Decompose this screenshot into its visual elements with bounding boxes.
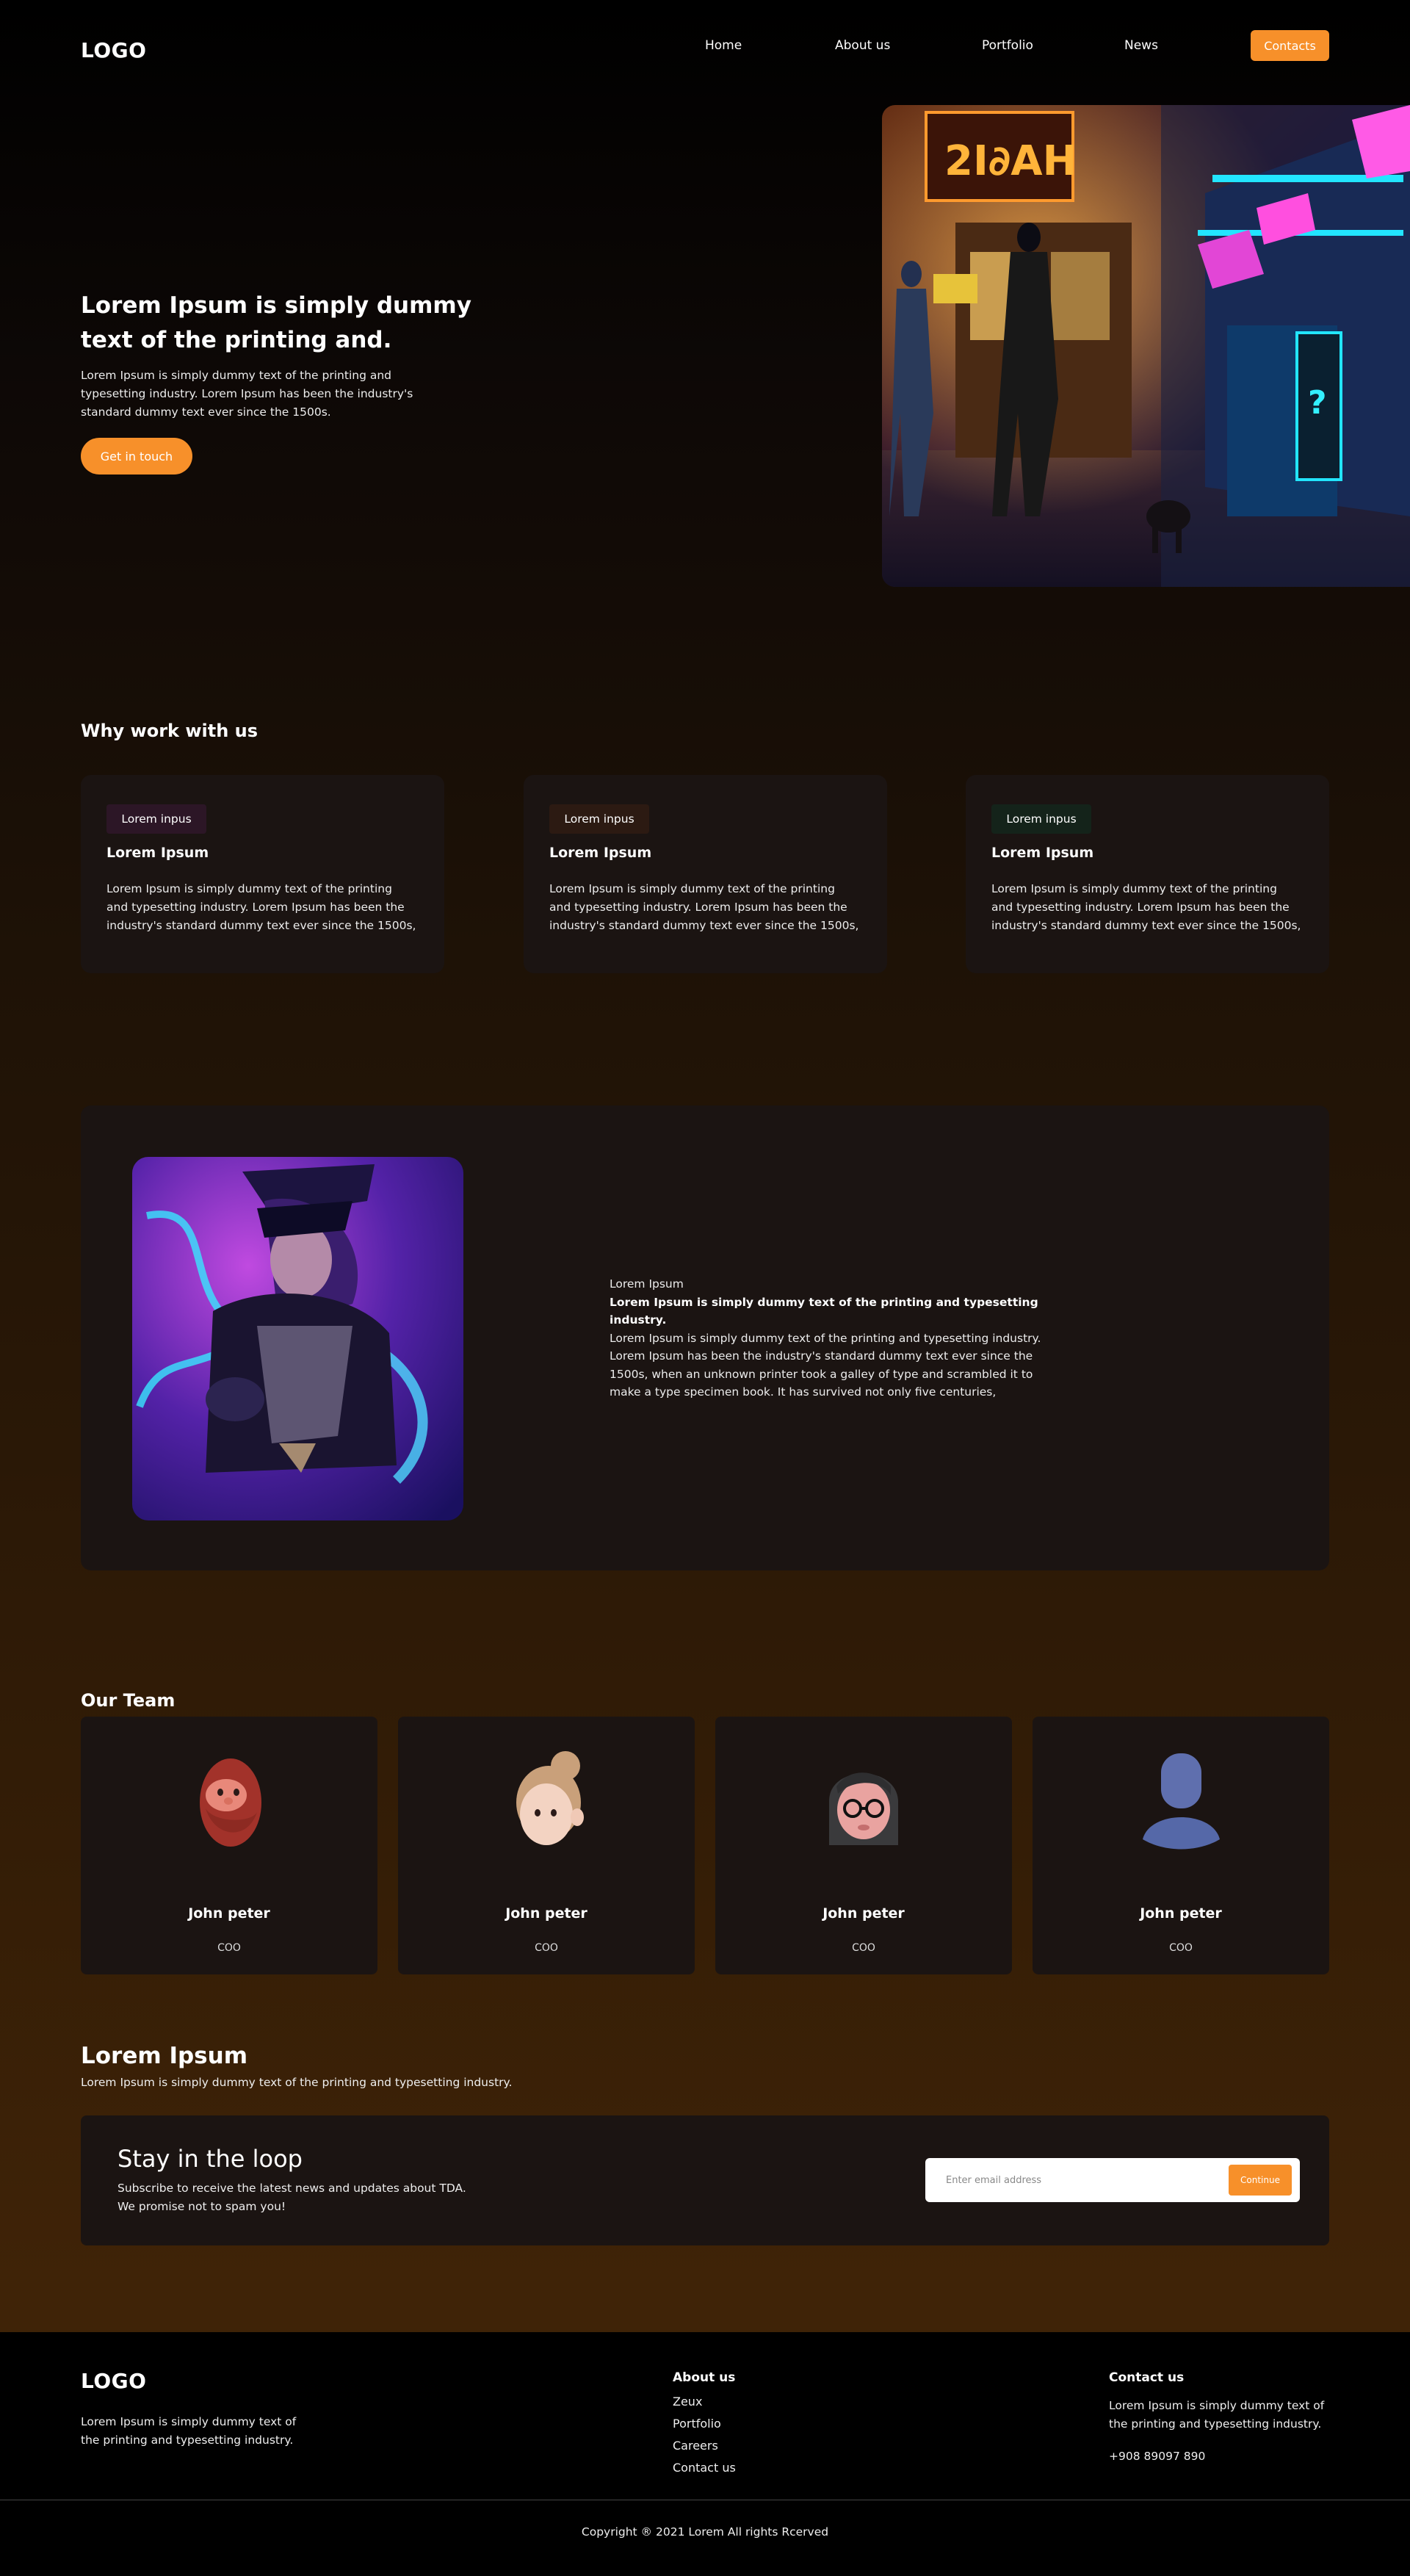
why-card-body-line: Lorem Ipsum is simply dummy text of the … [991,882,1277,895]
footer-link-contact-us[interactable]: Contact us [673,2457,736,2479]
feature-bold-line: industry. [610,1313,667,1327]
team-member-card: John peter COO [81,1717,377,1974]
footer-contact-line: Lorem Ipsum is simply dummy text of [1109,2399,1325,2412]
why-card: Lorem inpus Lorem Ipsum Lorem Ipsum is s… [966,775,1329,973]
team-member-name: John peter [505,1905,588,1922]
why-card-body-line: and typesetting industry. Lorem Ipsum ha… [549,901,847,914]
nav-news[interactable]: News [1124,38,1158,53]
footer-about-line: Lorem Ipsum is simply dummy text of [81,2415,297,2428]
team-member-card: John peter COO [715,1717,1012,1974]
svg-text:?: ? [1308,384,1327,422]
why-card-title: Lorem Ipsum [549,845,652,861]
why-card-body-line: industry's standard dummy text ever sinc… [991,919,1301,932]
nav-about-us[interactable]: About us [835,38,890,53]
woman-glasses-avatar-icon [829,1772,898,1845]
header-logo[interactable]: LOGO [81,38,146,62]
team-member-card: John peter COO [1033,1717,1329,1974]
footer-about-links: Zeux Portfolio Careers Contact us [673,2391,736,2479]
bearded-man-avatar-icon [200,1758,261,1847]
why-card-body: Lorem Ipsum is simply dummy text of the … [549,880,872,935]
hero-title-line: Lorem Ipsum is simply dummy [81,292,471,319]
team-member-card: John peter COO [398,1717,695,1974]
footer-about-line: the printing and typesetting industry. [81,2434,294,2447]
nav-portfolio[interactable]: Portfolio [982,38,1033,53]
footer-copyright: Copyright ® 2021 Lorem All rights Rcerve… [581,2525,829,2539]
team-member-name: John peter [188,1905,270,1922]
why-section-heading: Why work with us [81,721,258,741]
feature-text-block: Lorem Ipsum Lorem Ipsum is simply dummy … [610,1275,1080,1401]
hero-title: Lorem Ipsum is simply dummy text of the … [81,289,492,358]
why-card-tag: Lorem inpus [991,804,1091,834]
generic-user-avatar-icon [1143,1753,1220,1850]
footer-link-careers[interactable]: Careers [673,2435,736,2457]
hero-image-art: 2I∂AH ? [882,105,1410,587]
newsletter-subtitle-line: Subscribe to receive the latest news and… [118,2182,466,2195]
footer-about-text: Lorem Ipsum is simply dummy text of the … [81,2413,330,2450]
newsletter-title: Stay in the loop [118,2145,303,2173]
why-card-body-line: industry's standard dummy text ever sinc… [549,919,859,932]
feature-panel: Lorem Ipsum Lorem Ipsum is simply dummy … [81,1105,1329,1570]
team-member-name: John peter [1140,1905,1222,1922]
why-card-body-line: Lorem Ipsum is simply dummy text of the … [549,882,835,895]
team-heading: Our Team [81,1690,176,1711]
feature-character-image [132,1157,463,1520]
newsletter-box: Stay in the loop Subscribe to receive th… [81,2115,1329,2245]
why-card-title: Lorem Ipsum [106,845,209,861]
hero-description-line: standard dummy text ever since the 1500s… [81,405,331,419]
footer-logo[interactable]: LOGO [81,2369,146,2393]
footer-contact-heading: Contact us [1109,2370,1185,2385]
svg-text:2I∂AH: 2I∂AH [944,137,1077,185]
why-card-body-line: industry's standard dummy text ever sinc… [106,919,416,932]
newsletter-subtitle: Subscribe to receive the latest news and… [118,2179,558,2216]
why-card: Lorem inpus Lorem Ipsum Lorem Ipsum is s… [524,775,887,973]
feature-body-line: make a type specimen book. It has surviv… [610,1385,997,1399]
get-in-touch-button[interactable]: Get in touch [81,438,192,475]
why-card-title: Lorem Ipsum [991,845,1094,861]
why-card-tag: Lorem inpus [549,804,649,834]
why-card-body-line: and typesetting industry. Lorem Ipsum ha… [106,901,405,914]
feature-body-line: 1500s, when an unknown printer took a ga… [610,1367,1033,1381]
continue-button[interactable]: Continue [1229,2165,1292,2196]
footer-contact-line: the printing and typesetting industry. [1109,2417,1322,2431]
hero-description-line: typesetting industry. Lorem Ipsum has be… [81,387,413,400]
woman-bun-avatar-icon [516,1751,584,1845]
hero-description-line: Lorem Ipsum is simply dummy text of the … [81,369,391,382]
feature-body-line: Lorem Ipsum is simply dummy text of the … [610,1331,1041,1345]
why-card-body: Lorem Ipsum is simply dummy text of the … [106,880,430,935]
why-card: Lorem inpus Lorem Ipsum Lorem Ipsum is s… [81,775,444,973]
feature-body-line: Lorem Ipsum has been the industry's stan… [610,1349,1033,1363]
hero-cyberpunk-image: 2I∂AH ? [882,105,1410,587]
why-card-tag: Lorem inpus [106,804,206,834]
why-card-body: Lorem Ipsum is simply dummy text of the … [991,880,1315,935]
nav-home[interactable]: Home [705,38,742,53]
feature-label: Lorem Ipsum [610,1277,684,1291]
feature-image-art [132,1157,463,1520]
footer: LOGO Lorem Ipsum is simply dummy text of… [0,2332,1410,2576]
newsletter-subtitle-line: We promise not to spam you! [118,2200,286,2213]
why-card-body-line: Lorem Ipsum is simply dummy text of the … [106,882,392,895]
promo-subtitle: Lorem Ipsum is simply dummy text of the … [81,2076,513,2089]
hero-title-line: text of the printing and. [81,327,392,353]
team-member-role: COO [852,1942,875,1954]
footer-link-zeux[interactable]: Zeux [673,2391,736,2413]
footer-about-heading: About us [673,2370,736,2385]
feature-bold-line: Lorem Ipsum is simply dummy text of the … [610,1295,1038,1309]
promo-title: Lorem Ipsum [81,2043,248,2069]
hero-description: Lorem Ipsum is simply dummy text of the … [81,367,463,422]
team-member-name: John peter [822,1905,905,1922]
email-form: Continue [925,2158,1300,2202]
team-member-role: COO [535,1942,558,1954]
team-member-role: COO [1169,1942,1193,1954]
team-member-role: COO [217,1942,241,1954]
footer-contact-text: Lorem Ipsum is simply dummy text of the … [1109,2397,1359,2434]
footer-link-portfolio[interactable]: Portfolio [673,2413,736,2435]
contacts-button[interactable]: Contacts [1251,30,1329,61]
email-input[interactable] [946,2169,1210,2191]
footer-phone[interactable]: +908 89097 890 [1109,2447,1205,2466]
why-card-body-line: and typesetting industry. Lorem Ipsum ha… [991,901,1290,914]
